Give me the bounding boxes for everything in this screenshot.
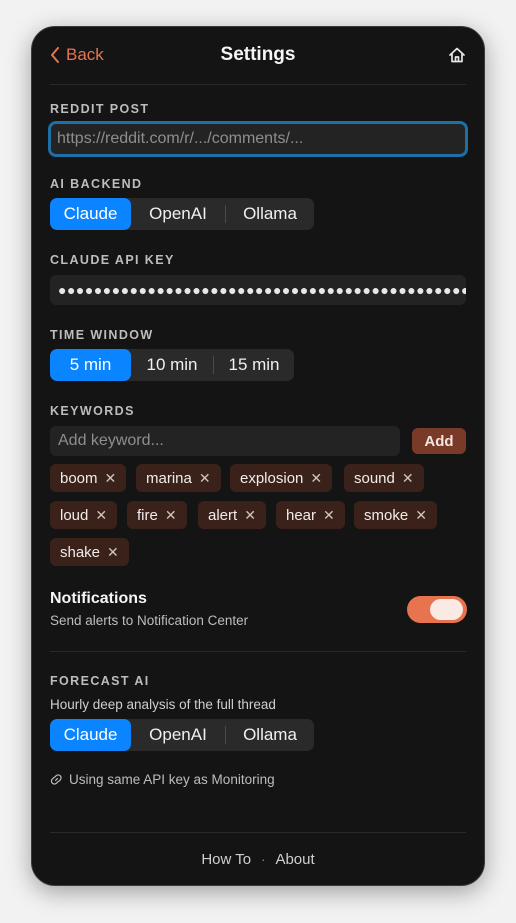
section-divider bbox=[50, 651, 466, 652]
chip-label: loud bbox=[60, 506, 89, 524]
shared-api-key-note: Using same API key as Monitoring bbox=[50, 772, 275, 787]
ai-backend-option-openai[interactable]: OpenAI bbox=[131, 198, 225, 230]
notifications-title: Notifications bbox=[50, 590, 147, 607]
close-icon[interactable]: ✕ bbox=[415, 507, 427, 524]
api-key-label: CLAUDE API KEY bbox=[50, 253, 175, 267]
close-icon[interactable]: ✕ bbox=[310, 470, 322, 487]
chip-label: sound bbox=[354, 469, 395, 487]
about-link[interactable]: About bbox=[275, 851, 314, 868]
time-window-option-5min[interactable]: 5 min bbox=[50, 349, 131, 381]
keyword-chip-explosion[interactable]: explosion ✕ bbox=[230, 464, 333, 492]
chip-label: smoke bbox=[364, 506, 409, 524]
footer: How To · About bbox=[32, 851, 484, 868]
keyword-chip-boom[interactable]: boom ✕ bbox=[50, 464, 127, 492]
add-keyword-button[interactable]: Add bbox=[412, 428, 466, 454]
ai-backend-option-claude[interactable]: Claude bbox=[50, 198, 131, 230]
page-title: Settings bbox=[220, 44, 296, 65]
reddit-post-label: REDDIT POST bbox=[50, 102, 150, 116]
shared-api-key-text: Using same API key as Monitoring bbox=[69, 772, 275, 787]
chip-label: hear bbox=[286, 506, 317, 524]
chip-label: fire bbox=[137, 506, 158, 524]
chip-label: shake bbox=[60, 543, 101, 561]
keywords-label: KEYWORDS bbox=[50, 404, 135, 418]
chip-label: alert bbox=[208, 506, 238, 524]
forecast-ai-subtitle: Hourly deep analysis of the full thread bbox=[50, 697, 276, 712]
reddit-url-input[interactable] bbox=[48, 121, 468, 157]
close-icon[interactable]: ✕ bbox=[95, 507, 107, 524]
header-divider bbox=[50, 84, 466, 85]
close-icon[interactable]: ✕ bbox=[105, 470, 117, 487]
keyword-chip-smoke[interactable]: smoke ✕ bbox=[354, 501, 437, 529]
forecast-ai-label: FORECAST AI bbox=[50, 674, 150, 688]
close-icon[interactable]: ✕ bbox=[199, 470, 211, 487]
keyword-chip-loud[interactable]: loud ✕ bbox=[50, 501, 118, 529]
toggle-knob bbox=[430, 599, 463, 620]
forecast-option-claude[interactable]: Claude bbox=[50, 719, 131, 751]
time-window-label: TIME WINDOW bbox=[50, 328, 154, 342]
home-icon[interactable] bbox=[448, 46, 466, 64]
settings-window: Back Settings REDDIT POST AI BACKEND Cla… bbox=[31, 26, 485, 886]
keyword-chip-fire[interactable]: fire ✕ bbox=[127, 501, 187, 529]
keyword-chip-marina[interactable]: marina ✕ bbox=[136, 464, 221, 492]
close-icon[interactable]: ✕ bbox=[244, 507, 256, 524]
ai-backend-label: AI BACKEND bbox=[50, 177, 143, 191]
time-window-option-15min[interactable]: 15 min bbox=[214, 349, 294, 381]
forecast-option-ollama[interactable]: Ollama bbox=[226, 719, 314, 751]
notifications-toggle[interactable] bbox=[407, 596, 467, 623]
chip-label: explosion bbox=[240, 469, 304, 487]
time-window-segmented-control: 5 min 10 min 15 min bbox=[50, 349, 294, 381]
header: Back Settings bbox=[32, 27, 484, 85]
notifications-subtitle: Send alerts to Notification Center bbox=[50, 613, 249, 628]
close-icon[interactable]: ✕ bbox=[107, 544, 119, 561]
footer-divider bbox=[50, 832, 466, 833]
keyword-chip-shake[interactable]: shake ✕ bbox=[50, 538, 129, 566]
forecast-option-openai[interactable]: OpenAI bbox=[131, 719, 225, 751]
chip-label: marina bbox=[146, 469, 192, 487]
link-icon bbox=[50, 774, 62, 785]
close-icon[interactable]: ✕ bbox=[323, 507, 335, 524]
footer-separator: · bbox=[261, 852, 266, 867]
ai-backend-segmented-control: Claude OpenAI Ollama bbox=[50, 198, 314, 230]
keyword-chip-sound[interactable]: sound ✕ bbox=[344, 464, 424, 492]
forecast-ai-segmented-control: Claude OpenAI Ollama bbox=[50, 719, 314, 751]
keyword-chip-hear[interactable]: hear ✕ bbox=[276, 501, 345, 529]
close-icon[interactable]: ✕ bbox=[165, 507, 177, 524]
close-icon[interactable]: ✕ bbox=[402, 470, 414, 487]
time-window-option-10min[interactable]: 10 min bbox=[131, 349, 213, 381]
keyword-chip-alert[interactable]: alert ✕ bbox=[198, 501, 266, 529]
api-key-field[interactable]: ●●●●●●●●●●●●●●●●●●●●●●●●●●●●●●●●●●●●●●●●… bbox=[50, 275, 466, 305]
ai-backend-option-ollama[interactable]: Ollama bbox=[226, 198, 314, 230]
keyword-input[interactable] bbox=[50, 426, 400, 456]
how-to-link[interactable]: How To bbox=[201, 851, 251, 868]
chip-label: boom bbox=[60, 469, 98, 487]
